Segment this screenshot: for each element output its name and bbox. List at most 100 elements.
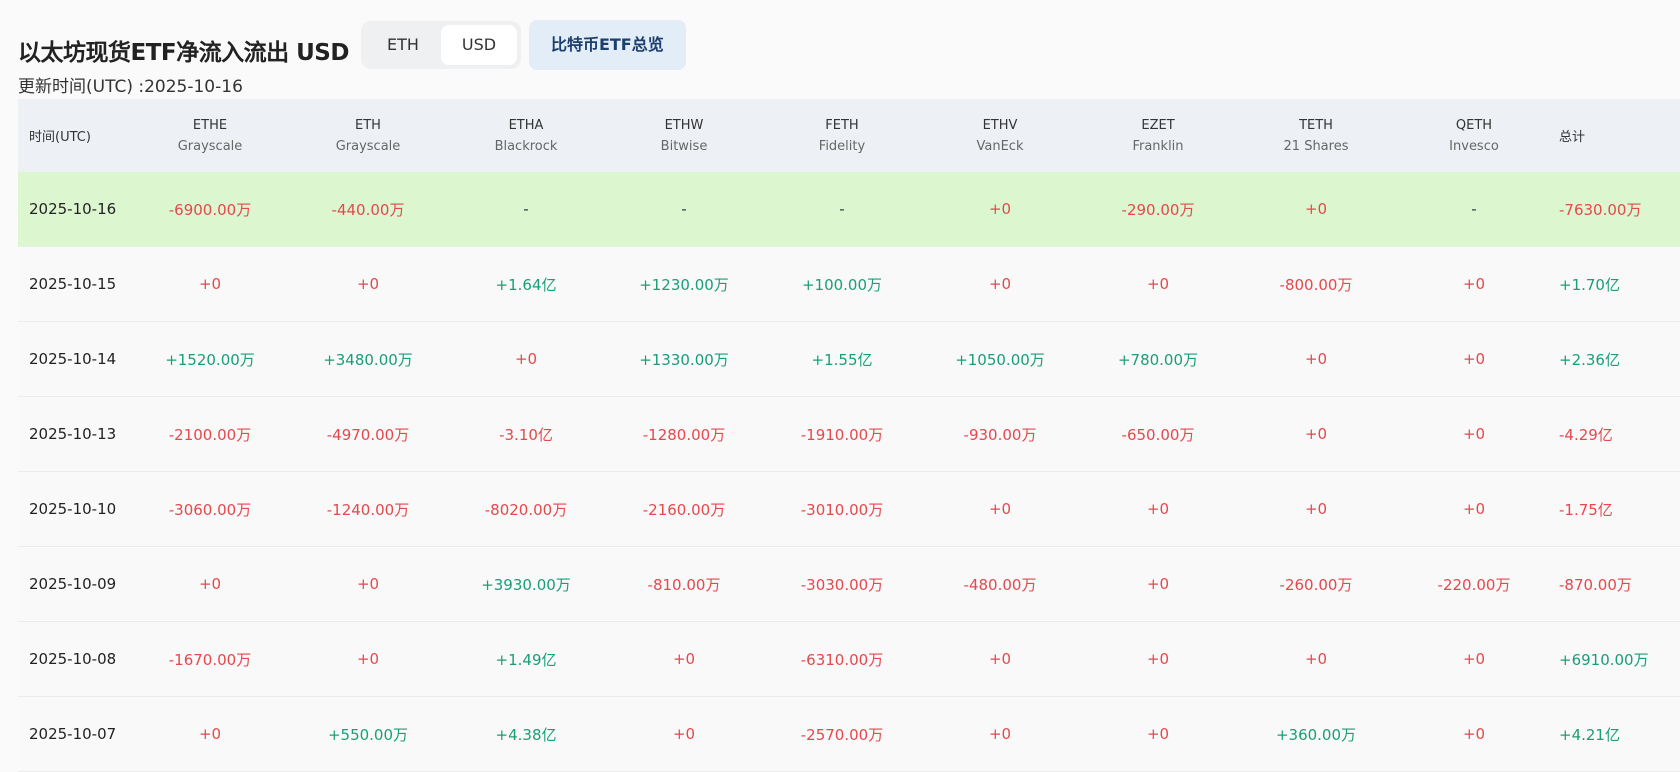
flow-cell: - [523,200,529,218]
date-cell: 2025-10-13 [29,425,117,443]
flow-cell: +0 [988,650,1012,668]
column-header[interactable]: ETHW Bitwise [605,118,763,154]
column-header[interactable]: QETH Invesco [1395,118,1553,154]
flow-cell: +4.38亿 [495,725,557,744]
unit-toggle: ETH USD [360,21,521,69]
flow-cell: -1240.00万 [326,500,410,519]
issuer: 21 Shares [1283,138,1349,154]
total-header: 总计 [1559,130,1586,145]
column-header[interactable]: EZET Franklin [1079,118,1237,154]
flow-cell: +0 [514,350,538,368]
ticker: FETH [825,117,859,133]
flow-cell: -3.10亿 [499,425,553,444]
btc-etf-overview-button[interactable]: 比特币ETF总览 [528,20,686,70]
table-row[interactable]: 2025-10-08 -1670.00万 +0 +1.49亿 +0 -6310.00万 +0… [18,622,1680,697]
ticker: ETHA [508,117,544,133]
flow-cell: +1050.00万 [955,350,1045,369]
flow-cell: +1330.00万 [639,350,729,369]
flow-cell: +0 [1146,275,1170,293]
flow-cell: +0 [1304,200,1328,218]
ticker: QETH [1455,117,1493,133]
table-row[interactable]: 2025-10-13 -2100.00万 -4970.00万 -3.10亿 -1280.… [18,397,1680,472]
total-cell: +6910.00万 [1559,650,1649,669]
table-row[interactable]: 2025-10-10 -3060.00万 -1240.00万 -8020.00万 -21… [18,472,1680,547]
issuer: Grayscale [177,138,243,154]
flow-cell: -3060.00万 [168,500,252,519]
flow-cell: -1670.00万 [168,650,252,669]
date-cell: 2025-10-07 [29,725,117,743]
toggle-usd[interactable]: USD [440,25,517,65]
issuer: VanEck [976,138,1024,154]
table-row[interactable]: 2025-10-07 +0 +550.00万 +4.38亿 +0 -2570.00万 +0 +… [18,697,1680,772]
date-cell: 2025-10-16 [29,200,117,218]
flow-cell: +0 [1304,425,1328,443]
flow-cell: -650.00万 [1121,425,1195,444]
table-row[interactable]: 2025-10-16 -6900.00万 -440.00万 - - - +0 -290.00万… [18,172,1680,247]
flow-cell: +0 [1146,650,1170,668]
flow-cell: +780.00万 [1117,350,1199,369]
column-header[interactable]: ETH Grayscale [289,118,447,154]
flow-cell: +550.00万 [327,725,409,744]
flow-cell: +0 [198,575,222,593]
column-header[interactable]: ETHE Grayscale [131,118,289,154]
flow-cell: -1910.00万 [800,425,884,444]
ticker: ETHW [664,117,704,133]
table-row[interactable]: 2025-10-15 +0 +0 +1.64亿 +1230.00万 +100.00万 +0 +… [18,247,1680,322]
table-row[interactable]: 2025-10-14 +1520.00万 +3480.00万 +0 +1330.00万 +… [18,322,1680,397]
flow-cell: +0 [356,275,380,293]
column-header[interactable]: ETHA Blackrock [447,118,605,154]
flow-cell: +0 [988,500,1012,518]
flow-cell: +0 [1304,350,1328,368]
ticker: ETHE [192,117,228,133]
total-cell: +2.36亿 [1559,350,1620,369]
flow-cell: - [681,200,687,218]
table-row[interactable]: 2025-10-09 +0 +0 +3930.00万 -810.00万 -3030.00万… [18,547,1680,622]
flow-cell: +0 [988,275,1012,293]
flow-cell: -2100.00万 [168,425,252,444]
issuer: Grayscale [335,138,401,154]
table-header: 时间(UTC) ETHE Grayscale ETH Grayscale ETHA Blac… [18,99,1680,172]
flow-cell: +0 [1146,575,1170,593]
date-header: 时间(UTC) [29,130,91,145]
ticker: EZET [1141,117,1175,133]
flow-cell: +0 [356,575,380,593]
update-time: 更新时间(UTC) :2025-10-16 [18,77,243,97]
flow-cell: -290.00万 [1121,200,1195,219]
flow-cell: -6310.00万 [800,650,884,669]
flow-cell: -1280.00万 [642,425,726,444]
flow-cell: -6900.00万 [168,200,252,219]
flow-cell: -4970.00万 [326,425,410,444]
flow-cell: +0 [988,725,1012,743]
flow-cell: +0 [356,650,380,668]
date-cell: 2025-10-10 [29,500,117,518]
flow-cell: +100.00万 [801,275,883,294]
flow-cell: +1.55亿 [811,350,873,369]
flow-cell: -2570.00万 [800,725,884,744]
issuer: Bitwise [660,138,708,154]
flow-cell: +3480.00万 [323,350,413,369]
total-cell: -4.29亿 [1559,425,1613,444]
flow-cell: +1.49亿 [495,650,557,669]
total-cell: +4.21亿 [1559,725,1620,744]
issuer: Fidelity [818,138,866,154]
issuer: Blackrock [494,138,558,154]
date-cell: 2025-10-14 [29,350,117,368]
issuer: Invesco [1449,138,1499,154]
column-header[interactable]: FETH Fidelity [763,118,921,154]
page-title: 以太坊现货ETF净流入流出 USD [18,40,349,66]
column-header[interactable]: ETHV VanEck [921,118,1079,154]
toggle-eth[interactable]: ETH [365,25,441,65]
flow-cell: -440.00万 [331,200,405,219]
flow-cell: -3030.00万 [800,575,884,594]
date-cell: 2025-10-09 [29,575,117,593]
flow-cell: -2160.00万 [642,500,726,519]
date-cell: 2025-10-15 [29,275,117,293]
flow-cell: +0 [1462,500,1486,518]
flow-cell: -480.00万 [963,575,1037,594]
flow-cell: +0 [198,275,222,293]
column-header[interactable]: TETH 21 Shares [1237,118,1395,154]
flow-cell: -810.00万 [647,575,721,594]
flow-cell: +0 [1462,650,1486,668]
flow-cell: -930.00万 [963,425,1037,444]
flow-cell: +1.64亿 [495,275,557,294]
